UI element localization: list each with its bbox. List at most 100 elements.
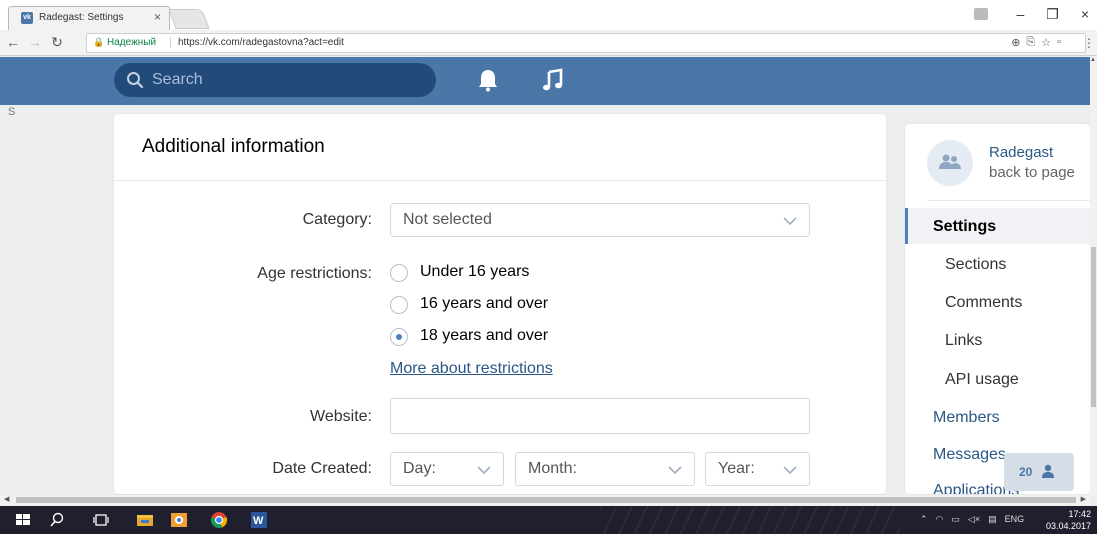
scrollbar-thumb[interactable] [16, 497, 1076, 503]
translate-icon[interactable]: ⎘ [1026, 36, 1035, 49]
photo-app-icon[interactable] [170, 511, 188, 529]
day-placeholder: Day: [403, 460, 436, 477]
horizontal-scrollbar[interactable]: ◀ ▶ [0, 495, 1090, 505]
category-select[interactable]: Not selected [390, 203, 810, 237]
more-about-restrictions-link[interactable]: More about restrictions [390, 360, 553, 378]
group-icon [939, 154, 961, 169]
browser-menu-icon[interactable]: ⋮ [1083, 36, 1095, 50]
word-icon[interactable]: W [250, 511, 268, 529]
tab-close-icon[interactable]: × [154, 10, 161, 24]
back-arrow-icon[interactable]: ← [6, 34, 20, 51]
members-count-badge[interactable]: 20 [1004, 453, 1074, 491]
browser-tab[interactable]: vk Radegast: Settings × [8, 6, 170, 30]
menu-item-links[interactable]: Links [945, 332, 982, 350]
notifications-icon[interactable]: ▤ [988, 514, 997, 525]
address-bar: ← → ↻ 🔒 Надежный | https://vk.com/radega… [0, 30, 1097, 56]
url-field[interactable]: 🔒 Надежный | https://vk.com/radegastovna… [86, 33, 1095, 53]
taskbar-wallpaper-pattern [600, 506, 900, 534]
lock-icon: 🔒 [93, 37, 105, 47]
extension-icon[interactable]: ▫ [1057, 36, 1061, 49]
settings-nav-panel: Radegast back to page Settings Sections … [905, 124, 1090, 494]
browser-tabstrip: vk Radegast: Settings × – ❐ × [0, 0, 1097, 30]
scrollbar-thumb[interactable] [1091, 247, 1096, 407]
taskbar-clock[interactable]: 17:42 03.04.2017 [1046, 508, 1091, 532]
maximize-button[interactable]: ❐ [1046, 6, 1059, 23]
panel-title: Additional information [142, 136, 325, 157]
nav-divider [927, 200, 1090, 201]
menu-item-members[interactable]: Members [933, 409, 1000, 427]
website-input[interactable] [390, 398, 810, 434]
language-indicator[interactable]: ENG [1005, 514, 1025, 525]
tray-chevron-icon[interactable]: ⌃ [920, 514, 928, 525]
members-count: 20 [1019, 465, 1033, 479]
clock-date: 03.04.2017 [1045, 521, 1091, 531]
chevron-down-icon [668, 466, 682, 475]
vk-favicon-icon: vk [21, 12, 33, 24]
scroll-up-icon[interactable]: ▲ [1090, 57, 1096, 63]
file-explorer-icon[interactable] [136, 511, 154, 529]
minimize-button[interactable]: – [1016, 6, 1024, 22]
chrome-icon[interactable] [210, 511, 228, 529]
chevron-down-icon [477, 466, 491, 475]
search-input[interactable]: Search [114, 63, 436, 97]
month-select[interactable]: Month: [515, 452, 695, 486]
windows-taskbar: W ⌃ ◠ ▭ ◁× ▤ ENG 17:42 03.04.2017 [0, 506, 1097, 534]
secure-label: Надежный [107, 37, 157, 48]
scroll-right-icon[interactable]: ▶ [1081, 495, 1086, 503]
new-tab-button[interactable] [168, 9, 210, 29]
age-option-label: 16 years and over [420, 295, 549, 312]
website-label: Website: [310, 408, 372, 425]
close-window-button[interactable]: × [1081, 6, 1089, 22]
bookmark-star-icon[interactable]: ☆ [1041, 36, 1051, 49]
network-icon[interactable]: ▭ [951, 514, 960, 525]
clock-time: 17:42 [1068, 509, 1091, 519]
avatar[interactable] [927, 140, 973, 186]
url-text: https://vk.com/radegastovna?act=edit [178, 37, 344, 48]
url-separator: | [169, 36, 172, 48]
age-restrictions-label: Age restrictions: [257, 265, 372, 282]
windows-start-icon[interactable] [14, 511, 32, 529]
group-name-link[interactable]: Radegast [989, 144, 1053, 161]
radio-button[interactable] [390, 264, 408, 282]
search-icon[interactable] [48, 511, 66, 529]
forward-arrow-icon[interactable]: → [28, 34, 42, 51]
category-label: Category: [302, 211, 372, 228]
chevron-down-icon [783, 217, 797, 226]
age-option-label: 18 years and over [420, 327, 549, 344]
vertical-scrollbar[interactable]: ▲ [1090, 57, 1097, 495]
chevron-down-icon [783, 466, 797, 475]
music-icon[interactable] [542, 68, 564, 92]
person-icon [1042, 464, 1054, 478]
day-select[interactable]: Day: [390, 452, 504, 486]
menu-item-comments[interactable]: Comments [945, 294, 1022, 312]
tab-title: Radegast: Settings [39, 12, 124, 23]
search-icon [127, 72, 144, 89]
svg-text:W: W [253, 515, 264, 527]
task-view-icon[interactable] [92, 511, 110, 529]
system-tray: ⌃ ◠ ▭ ◁× ▤ ENG [920, 514, 1024, 525]
scroll-left-icon[interactable]: ◀ [4, 495, 9, 503]
additional-info-panel: Additional information Category: Not sel… [114, 114, 886, 494]
wifi-icon[interactable]: ◠ [936, 514, 944, 525]
profile-icon[interactable] [974, 8, 989, 20]
panel-divider [114, 180, 886, 181]
volume-icon[interactable]: ◁× [968, 514, 980, 525]
date-created-label: Date Created: [272, 460, 372, 477]
menu-item-settings[interactable]: Settings [933, 218, 996, 236]
category-value: Not selected [403, 211, 492, 228]
menu-item-api-usage[interactable]: API usage [945, 371, 1019, 389]
menu-item-messages[interactable]: Messages [933, 446, 1006, 464]
back-to-page-link[interactable]: back to page [989, 164, 1075, 181]
reload-icon[interactable]: ↻ [50, 34, 64, 51]
side-letter: S [8, 106, 16, 118]
vk-header: Search [0, 57, 1090, 105]
radio-button[interactable] [390, 296, 408, 314]
menu-item-sections[interactable]: Sections [945, 256, 1006, 274]
search-placeholder: Search [152, 71, 203, 88]
radio-button-checked[interactable] [390, 328, 408, 346]
window-controls: – ❐ × [974, 2, 1089, 26]
zoom-icon[interactable]: ⊕ [1011, 36, 1020, 49]
month-placeholder: Month: [528, 460, 577, 477]
year-select[interactable]: Year: [705, 452, 810, 486]
bell-icon[interactable] [477, 68, 499, 92]
